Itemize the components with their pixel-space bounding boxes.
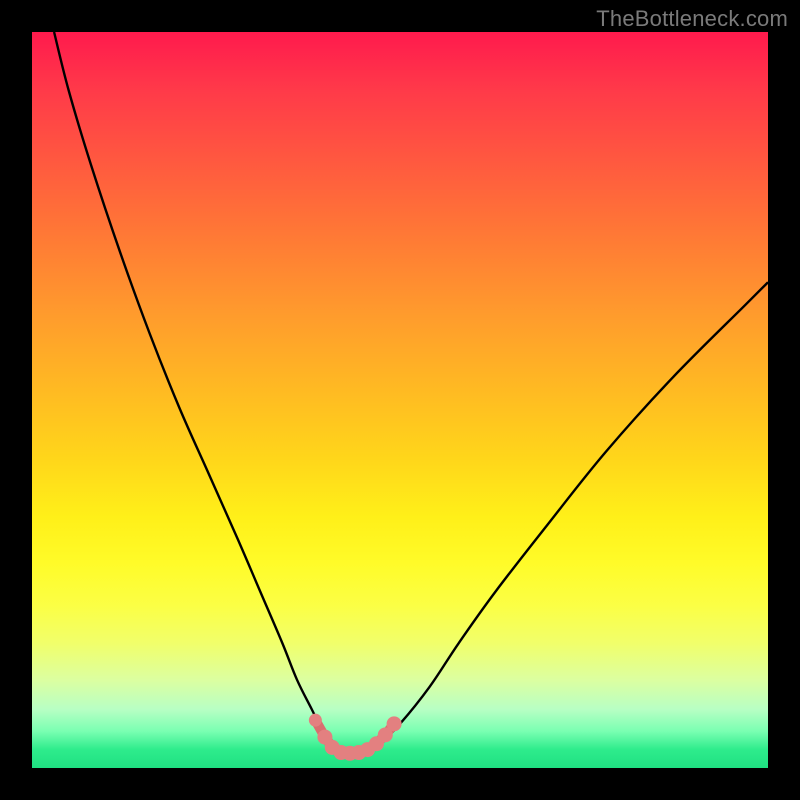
valley-marker-dot (309, 714, 322, 727)
plot-area (32, 32, 768, 768)
bottleneck-curve (54, 32, 768, 754)
watermark-text: TheBottleneck.com (596, 6, 788, 32)
valley-marker-group (309, 714, 402, 761)
valley-marker-dot (387, 716, 402, 731)
curve-layer (32, 32, 768, 768)
chart-frame: TheBottleneck.com (0, 0, 800, 800)
